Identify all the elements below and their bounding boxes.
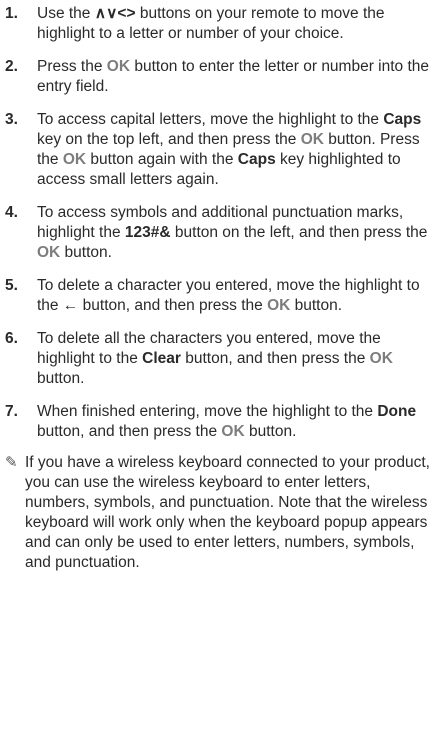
step-text: When finished entering, move the highlig… (37, 402, 437, 442)
key-label: Caps (237, 151, 276, 168)
step-item: 4. To access symbols and additional punct… (5, 203, 437, 263)
step-text-segment: button, and then press the (78, 297, 268, 314)
step-text-segment: When finished entering, move the highlig… (37, 403, 378, 420)
pencil-note-icon: ✎ (5, 454, 18, 471)
step-item: 3. To access capital letters, move the hi… (5, 110, 437, 190)
instructions-page: 1. Use the ∧∨<> buttons on your remote to… (0, 0, 445, 573)
note: ✎ If you have a wireless keyboard connec… (5, 453, 437, 573)
step-number: 1. (5, 5, 18, 22)
step-text-segment: button, and then press the (37, 423, 222, 440)
step-number: 6. (5, 330, 18, 347)
step-text: To delete all the characters you entered… (37, 329, 437, 389)
key-label: ← (62, 297, 79, 314)
ok-key-label: OK (106, 58, 131, 75)
key-label: Done (377, 403, 417, 420)
step-text-segment: Press the (37, 58, 107, 75)
step-text-segment: button. (60, 244, 112, 261)
ok-key-label: OK (62, 151, 87, 168)
ok-key-label: OK (300, 131, 324, 148)
step-item: 6. To delete all the characters you enter… (5, 329, 437, 389)
step-item: 1. Use the ∧∨<> buttons on your remote to… (5, 4, 437, 44)
step-text-segment: button. (290, 297, 343, 314)
ok-key-label: OK (369, 350, 393, 367)
step-text-segment: button on the left, and then press the (170, 224, 428, 241)
ok-key-label: OK (221, 423, 245, 440)
step-item: 5. To delete a character you entered, mov… (5, 276, 437, 316)
step-text-segment: Use the (37, 5, 95, 22)
key-label: ∧∨<> (94, 5, 136, 22)
step-text: To access symbols and additional punctua… (37, 203, 437, 263)
step-number: 2. (5, 58, 18, 75)
step-number: 5. (5, 277, 18, 294)
step-number: 7. (5, 403, 18, 420)
steps-list: 1. Use the ∧∨<> buttons on your remote to… (5, 4, 437, 442)
key-label: 123#& (124, 224, 171, 241)
ok-key-label: OK (37, 244, 61, 261)
step-number: 4. (5, 204, 18, 221)
step-item: 7. When finished entering, move the highl… (5, 402, 437, 442)
step-text: To access capital letters, move the high… (37, 110, 437, 190)
key-label: Caps (383, 111, 422, 128)
step-number: 3. (5, 111, 18, 128)
step-text-segment: key on the top left, and then press the (37, 131, 301, 148)
key-label: Clear (142, 350, 181, 367)
step-text-segment: button. (244, 423, 297, 440)
step-text: Press the OK button to enter the letter … (37, 57, 437, 97)
step-text: Use the ∧∨<> buttons on your remote to m… (37, 4, 437, 44)
step-text-segment: button again with the (86, 151, 238, 168)
step-item: 2. Press the OK button to enter the lette… (5, 57, 437, 97)
step-text-segment: button. (37, 370, 85, 387)
step-text-segment: button, and then press the (180, 350, 370, 367)
note-text: If you have a wireless keyboard connecte… (25, 454, 430, 571)
step-text: To delete a character you entered, move … (37, 276, 437, 316)
ok-key-label: OK (267, 297, 291, 314)
step-text-segment: To access capital letters, move the high… (37, 111, 384, 128)
